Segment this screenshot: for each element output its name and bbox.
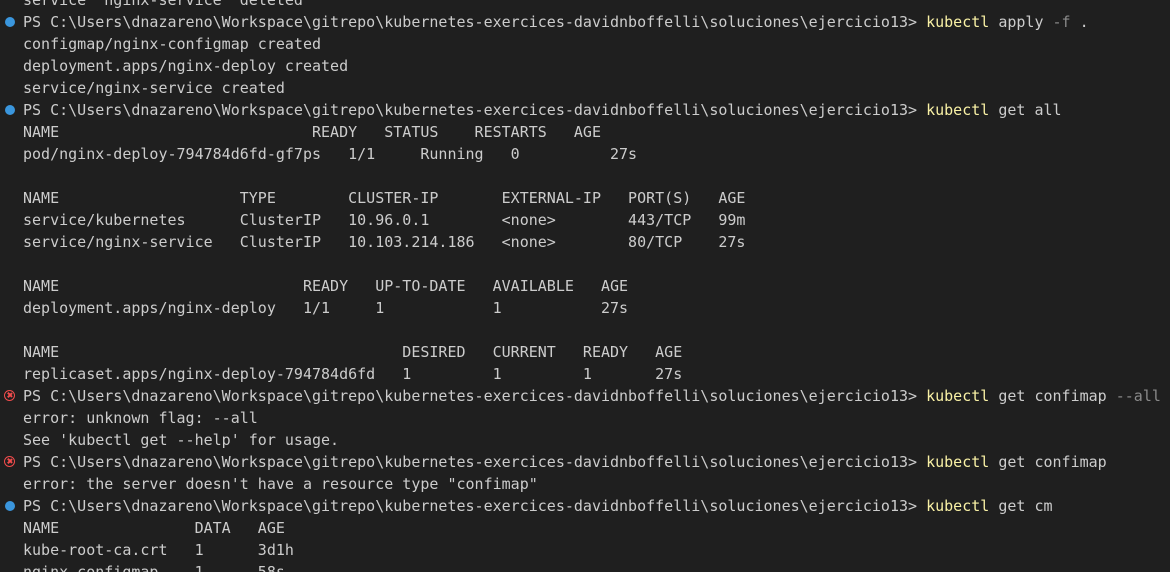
- command-line: PS C:\Users\dnazareno\Workspace\gitrepo\…: [0, 451, 1170, 473]
- output-line: error: the server doesn't have a resourc…: [23, 475, 538, 493]
- command-name: kubectl: [926, 453, 990, 471]
- output-line: deployment.apps/nginx-deploy created: [23, 57, 349, 75]
- command-line: PS C:\Users\dnazareno\Workspace\gitrepo\…: [0, 385, 1170, 407]
- output-line: NAME READY STATUS RESTARTS AGE: [23, 123, 601, 141]
- command-name: kubectl: [926, 387, 990, 405]
- command-success-icon[interactable]: [5, 17, 15, 27]
- prompt-path: PS C:\Users\dnazareno\Workspace\gitrepo\…: [23, 497, 927, 515]
- command-line: PS C:\Users\dnazareno\Workspace\gitrepo\…: [0, 99, 1170, 121]
- command-error-icon[interactable]: [4, 456, 15, 467]
- command-args: apply: [989, 13, 1053, 31]
- output-line: configmap/nginx-configmap created: [23, 35, 322, 53]
- command-flag: -f: [1052, 13, 1071, 31]
- prompt-path: PS C:\Users\dnazareno\Workspace\gitrepo\…: [23, 453, 927, 471]
- command-args: get all: [989, 101, 1062, 119]
- output-line: service/kubernetes ClusterIP 10.96.0.1 <…: [23, 211, 746, 229]
- command-args: get confimap: [989, 387, 1116, 405]
- prompt-path: PS C:\Users\dnazareno\Workspace\gitrepo\…: [23, 101, 927, 119]
- command-line: PS C:\Users\dnazareno\Workspace\gitrepo\…: [0, 11, 1170, 33]
- output-line: NAME DATA AGE: [23, 519, 285, 537]
- output-line: error: unknown flag: --all: [23, 409, 258, 427]
- command-flag: --all: [1115, 387, 1161, 405]
- command-name: kubectl: [926, 13, 990, 31]
- output-line: nginx-configmap 1 58s: [23, 563, 285, 572]
- command-name: kubectl: [926, 101, 990, 119]
- command-args: get confimap: [989, 453, 1107, 471]
- output-line: service "nginx-service" deleted: [23, 0, 303, 9]
- prompt-path: PS C:\Users\dnazareno\Workspace\gitrepo\…: [23, 13, 927, 31]
- command-error-icon[interactable]: [4, 390, 15, 401]
- prompt-path: PS C:\Users\dnazareno\Workspace\gitrepo\…: [23, 387, 927, 405]
- output-line: pod/nginx-deploy-794784d6fd-gf7ps 1/1 Ru…: [23, 145, 638, 163]
- command-args: get cm: [989, 497, 1053, 515]
- output-line: service/nginx-service ClusterIP 10.103.2…: [23, 233, 746, 251]
- terminal-panel[interactable]: service "nginx-service" deleted PS C:\Use…: [0, 0, 1170, 572]
- command-success-icon[interactable]: [5, 501, 15, 511]
- command-rest: .: [1070, 13, 1089, 31]
- output-line: deployment.apps/nginx-deploy 1/1 1 1 27s: [23, 299, 629, 317]
- output-line: See 'kubectl get --help' for usage.: [23, 431, 340, 449]
- output-line: NAME READY UP-TO-DATE AVAILABLE AGE: [23, 277, 629, 295]
- output-line: service/nginx-service created: [23, 79, 285, 97]
- command-line: PS C:\Users\dnazareno\Workspace\gitrepo\…: [0, 495, 1170, 517]
- output-line: NAME TYPE CLUSTER-IP EXTERNAL-IP PORT(S)…: [23, 189, 746, 207]
- command-success-icon[interactable]: [5, 105, 15, 115]
- command-name: kubectl: [926, 497, 990, 515]
- output-line: NAME DESIRED CURRENT READY AGE: [23, 343, 683, 361]
- output-line: replicaset.apps/nginx-deploy-794784d6fd …: [23, 365, 683, 383]
- output-line: kube-root-ca.crt 1 3d1h: [23, 541, 294, 559]
- terminal-output: service "nginx-service" deleted PS C:\Use…: [0, 0, 1170, 572]
